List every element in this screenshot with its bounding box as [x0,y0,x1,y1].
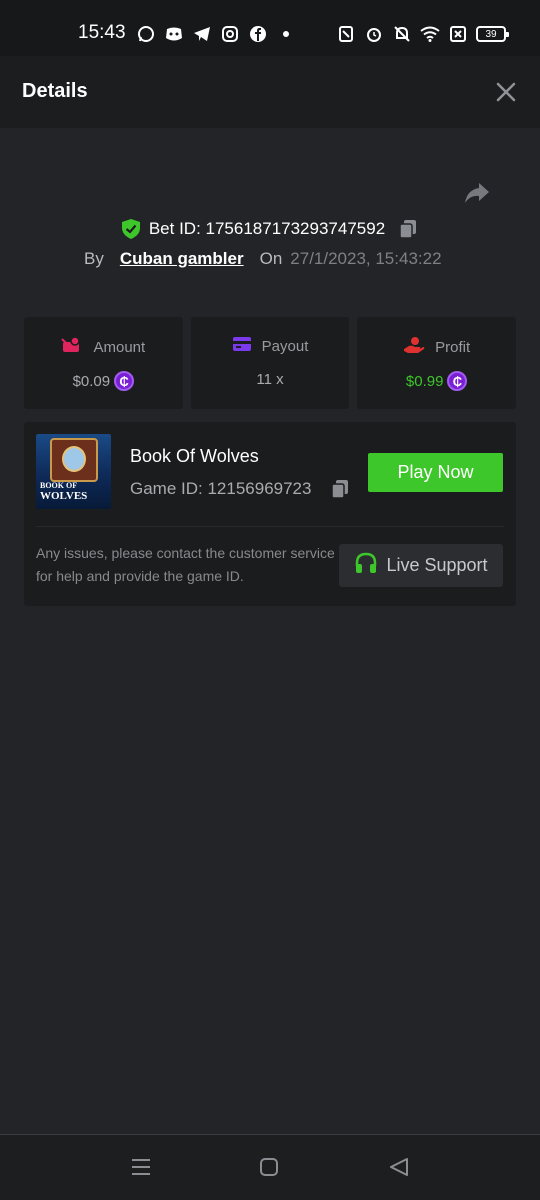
wifi-icon [420,24,440,44]
back-icon[interactable] [388,1157,412,1179]
game-id: Game ID: 12156969723 [130,479,312,498]
coin-icon: ₵ [114,371,135,391]
amount-value: $0.09 [72,372,111,390]
help-text: Any issues, please contact the customer … [36,545,335,584]
verified-shield-icon [121,218,141,240]
no-sim-icon [448,24,468,44]
bet-stats: Amount $0.09 ₵ Payout 11 x Profit $0.99 … [24,317,517,409]
live-support-label: Live Support [386,555,488,575]
bet-id: Bet ID: 1756187173293747592 [148,219,386,238]
amount-stat: Amount $0.09 ₵ [24,317,183,409]
system-nav-bar [0,1134,540,1200]
alarm-icon [364,24,384,44]
recents-icon[interactable] [130,1157,154,1179]
bet-id-row: Bet ID: 1756187173293747592 [0,214,540,244]
game-id-row: Game ID: 12156969723 [130,478,351,500]
whatsapp-icon [136,24,156,44]
status-time: 15:43 [78,22,126,43]
profit-hand-icon [403,336,425,358]
close-icon[interactable] [494,80,518,104]
coin-icon: ₵ [447,371,468,391]
amount-label: Amount [93,338,146,356]
telegram-icon [192,24,212,44]
dot-icon [276,24,296,44]
on-label: On [259,249,283,268]
notification-icons [136,24,296,44]
profit-value: $0.99 [405,372,444,390]
play-now-button[interactable]: Play Now [368,453,503,492]
user-link[interactable]: Cuban gambler [120,249,244,269]
share-icon[interactable] [462,178,492,208]
copy-game-id-icon[interactable] [329,478,351,500]
facebook-icon [248,24,268,44]
by-label: By [84,249,104,268]
profit-label: Profit [435,338,471,356]
card-icon [232,336,252,356]
profit-stat: Profit $0.99 ₵ [357,317,517,409]
mute-icon [392,24,412,44]
battery-icon: 39 [476,26,509,42]
game-card: BOOK OF WOLVES Book Of Wolves Game ID: 12… [24,422,516,606]
discord-icon [164,24,184,44]
payout-value: 11 x [256,371,284,388]
headset-icon [354,551,378,580]
home-icon[interactable] [259,1157,283,1179]
status-bar: 15:43 39 [0,0,540,56]
instagram-icon [220,24,240,44]
payout-stat: Payout 11 x [190,317,350,409]
thumbnail-logo: BOOK OF WOLVES [40,481,88,502]
payout-label: Payout [261,337,309,355]
game-name: Book Of Wolves [130,446,259,466]
bet-date: 27/1/2023, 15:43:22 [290,249,442,268]
wolf-eye-image [62,446,86,472]
bet-meta-row: By Cuban gambler On 27/1/2023, 15:43:22 [84,249,442,269]
game-thumbnail[interactable]: BOOK OF WOLVES [36,434,111,509]
divider [36,526,504,527]
header: Details [0,56,540,128]
copy-bet-id-icon[interactable] [397,218,419,240]
page-title: Details [22,80,88,102]
live-support-button[interactable]: Live Support [339,544,503,587]
amount-icon [61,336,83,358]
nfc-icon [336,24,356,44]
system-icons: 39 [336,24,509,44]
